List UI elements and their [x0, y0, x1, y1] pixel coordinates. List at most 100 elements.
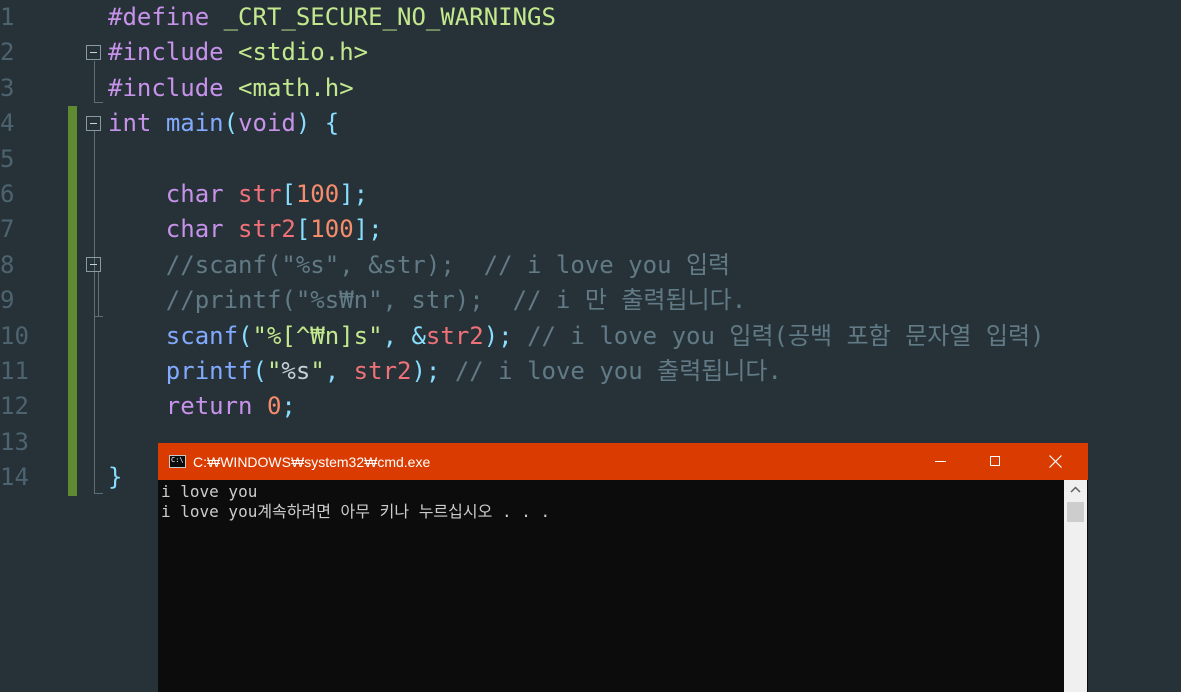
code-token: &: [411, 321, 426, 350]
code-line[interactable]: //scanf("%s", &str); // i love you 입력: [108, 248, 730, 283]
code-token: #include: [108, 38, 224, 67]
console-window[interactable]: C:\ C:₩WINDOWS₩system32₩cmd.exe i love y…: [158, 443, 1088, 692]
code-line[interactable]: return 0;: [108, 389, 296, 424]
fold-guide: [98, 272, 99, 316]
code-token: 100: [295, 180, 340, 208]
console-output[interactable]: i love you i love you계속하려면 아무 키나 누르십시오 .…: [158, 480, 1064, 692]
code-token: <stdio.h>: [238, 38, 369, 67]
code-line[interactable]: char str2[100];: [108, 212, 383, 247]
maximize-button[interactable]: [973, 443, 1019, 480]
console-app-icon-text: C:\: [171, 456, 184, 464]
code-token: char: [165, 180, 224, 208]
close-button[interactable]: [1032, 443, 1078, 480]
code-token: str: [238, 180, 282, 208]
code-token: {: [324, 109, 340, 138]
code-line[interactable]: printf("%s", str2); // i love you 출력됩니다.: [108, 354, 782, 389]
code-token: ": [310, 357, 325, 385]
code-token: #include: [108, 73, 224, 102]
code-line[interactable]: #include <math.h>: [108, 71, 354, 106]
code-token: char: [165, 215, 224, 244]
code-token: (: [238, 321, 253, 350]
line-number: 12: [0, 392, 29, 421]
line-number: 8: [0, 250, 15, 279]
console-output-line: i love you계속하려면 아무 키나 누르십시오 . . .: [161, 502, 551, 521]
code-token: ": [266, 357, 282, 385]
code-token: _CRT_SECURE_NO_WARNINGS: [223, 3, 556, 31]
fold-guide: [94, 61, 95, 103]
line-number: 1: [0, 3, 15, 31]
code-token: ": [252, 321, 267, 350]
code-token: ];: [339, 180, 369, 208]
line-number: 3: [0, 73, 15, 102]
scrollbar-thumb[interactable]: [1067, 502, 1084, 522]
vertical-scrollbar[interactable]: [1064, 480, 1087, 692]
code-token: // i love you 출력됩니다.: [440, 357, 782, 385]
code-token: ": [368, 321, 383, 350]
code-token: void: [238, 109, 296, 138]
fold-guide: [94, 131, 95, 493]
code-token: //printf("%s₩n", str); // i 만 출력됩니다.: [165, 286, 747, 315]
line-number: 5: [0, 144, 15, 173]
code-token: scanf: [165, 321, 239, 350]
code-token: str2: [353, 357, 412, 385]
console-output-line: i love you: [161, 482, 258, 501]
code-token: main: [165, 109, 224, 138]
code-token: 0: [266, 392, 282, 421]
code-token: return: [165, 392, 253, 421]
line-number: 6: [0, 180, 15, 208]
code-token: (: [223, 109, 239, 138]
fold-toggle-icon[interactable]: [86, 257, 101, 272]
code-token: }: [108, 463, 123, 492]
code-token: <math.h>: [238, 73, 354, 102]
line-number: 9: [0, 286, 15, 315]
code-token: ,: [324, 357, 354, 385]
code-token: str2: [425, 321, 484, 350]
fold-guide-end: [94, 316, 103, 317]
code-line[interactable]: scanf("%[^₩n]s", &str2); // i love you 입…: [108, 319, 1045, 354]
line-number: 4: [0, 109, 15, 138]
fold-toggle-icon[interactable]: [86, 116, 101, 131]
console-title: C:₩WINDOWS₩system32₩cmd.exe: [193, 454, 431, 470]
code-token: printf: [165, 357, 253, 385]
close-icon: [1049, 455, 1062, 468]
console-titlebar[interactable]: C:\ C:₩WINDOWS₩system32₩cmd.exe: [158, 443, 1088, 480]
line-number: 14: [0, 463, 29, 492]
console-app-icon[interactable]: C:\: [169, 455, 186, 468]
code-line[interactable]: }: [108, 460, 122, 495]
minimize-button[interactable]: [918, 443, 964, 480]
line-number: 7: [0, 215, 15, 244]
chevron-up-icon: [1070, 486, 1081, 493]
code-token: );: [483, 321, 513, 350]
fold-toggle-icon[interactable]: [86, 45, 101, 60]
changed-lines-indicator: [68, 106, 77, 496]
code-line[interactable]: //printf("%s₩n", str); // i 만 출력됩니다.: [108, 283, 746, 318]
code-token: ];: [353, 215, 383, 244]
code-token: %s: [281, 357, 311, 385]
code-token: ): [295, 109, 311, 138]
code-token: [: [295, 215, 311, 244]
line-number: 13: [0, 427, 29, 456]
code-line[interactable]: int main(void) {: [108, 106, 339, 141]
code-token: //scanf("%s", &str); // i love you 입력: [165, 250, 731, 279]
code-line[interactable]: char str[100];: [108, 177, 368, 212]
line-number: 11: [0, 357, 29, 385]
line-number: 2: [0, 38, 15, 67]
code-token: ,: [382, 321, 412, 350]
code-token: (: [252, 357, 267, 385]
code-line[interactable]: #include <stdio.h>: [108, 35, 368, 70]
scroll-up-button[interactable]: [1064, 480, 1087, 500]
code-line[interactable]: #define _CRT_SECURE_NO_WARNINGS: [108, 0, 556, 35]
fold-guide-end: [94, 102, 103, 103]
